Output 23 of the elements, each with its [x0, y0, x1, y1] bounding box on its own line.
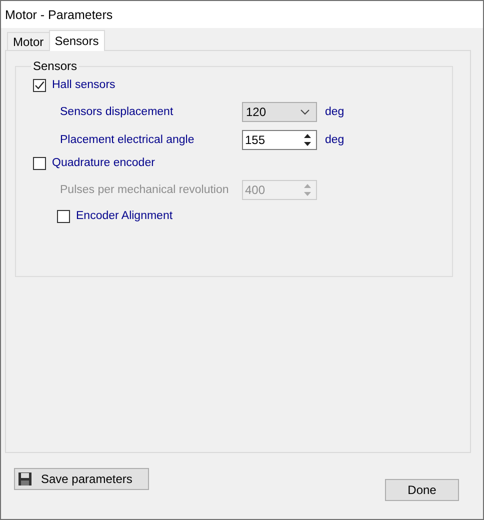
dropdown[interactable]: 120 [242, 102, 317, 122]
checkbox-label[interactable]: Hall sensors [52, 79, 116, 91]
check-icon [34, 80, 45, 90]
down-arrow-icon[interactable] [303, 140, 312, 146]
field-label: Pulses per mechanical revolution [60, 184, 230, 196]
tab[interactable]: Motor [7, 32, 50, 50]
chevron-down-icon [300, 108, 310, 114]
checkbox[interactable] [57, 210, 70, 222]
tab[interactable]: Sensors [48, 30, 105, 51]
checkbox[interactable] [33, 78, 46, 92]
unit-label: deg [325, 134, 344, 146]
save-button[interactable]: Save parameters [14, 468, 149, 490]
group-title: Sensors [32, 59, 78, 73]
checkbox-label[interactable]: Encoder Alignment [76, 210, 173, 222]
done-button[interactable]: Done [385, 479, 459, 501]
up-arrow-icon[interactable] [303, 132, 312, 138]
window-title: Motor - Parameters [5, 8, 113, 22]
field-label: Sensors displacement [60, 106, 174, 118]
checkbox[interactable] [33, 156, 46, 170]
spin-field[interactable]: 155 [242, 130, 317, 150]
unit-label: deg [325, 106, 344, 118]
field-label: Placement electrical angle [60, 134, 196, 146]
checkbox-label[interactable]: Quadrature encoder [52, 157, 155, 169]
